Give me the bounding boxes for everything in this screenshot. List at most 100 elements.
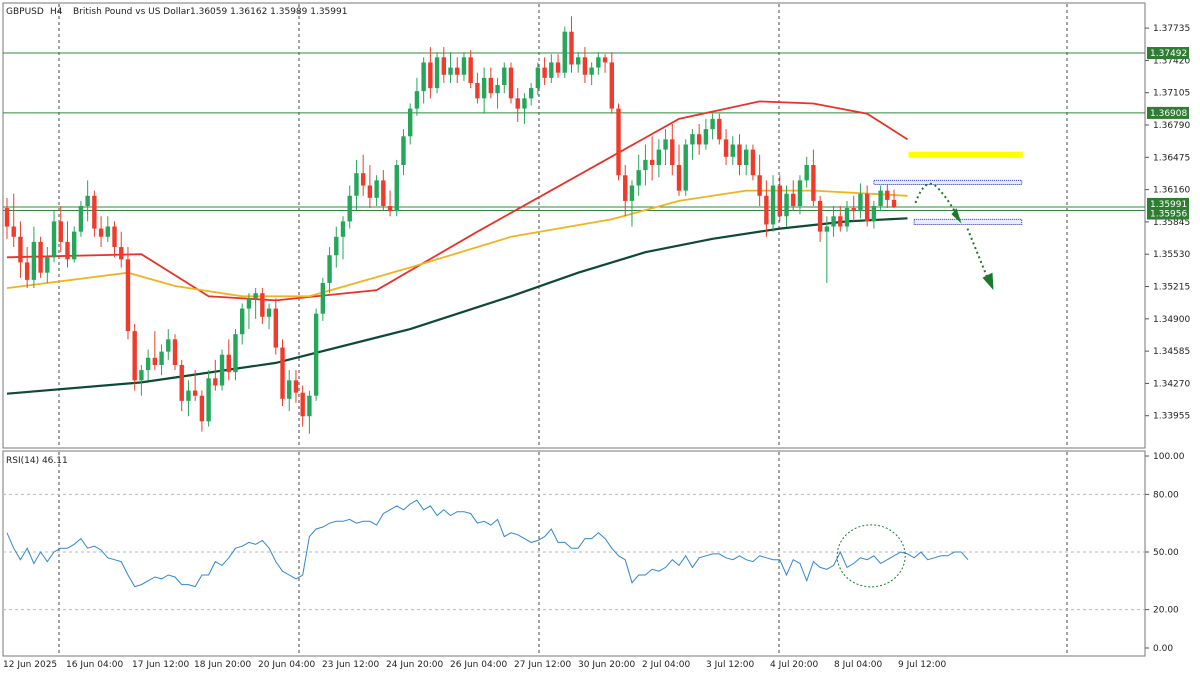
time-axis-label: 27 Jun 12:00	[514, 660, 571, 670]
candle-body	[38, 241, 43, 273]
candle-body	[804, 164, 809, 181]
resistance-zone	[908, 151, 1023, 158]
candle-body	[838, 216, 843, 227]
candle-body	[663, 139, 668, 150]
candle-body	[441, 57, 446, 75]
candle-body	[387, 206, 393, 212]
time-axis-label: 18 Jun 20:00	[194, 660, 251, 670]
candle-body	[24, 262, 30, 280]
candle-body	[710, 118, 715, 130]
candle-body	[347, 195, 352, 222]
candle-body	[844, 208, 850, 227]
candle-body	[11, 226, 16, 237]
candle-body	[764, 195, 769, 225]
candle-body	[65, 241, 70, 260]
candle-body	[791, 193, 796, 207]
time-axis-label: 17 Jun 12:00	[132, 660, 189, 670]
candle-body	[72, 231, 77, 260]
candle-body	[508, 67, 514, 99]
candle-body	[125, 259, 131, 332]
price-axis-label: 1.35215	[1153, 283, 1190, 293]
candle-body	[468, 57, 473, 83]
candle-body	[240, 308, 245, 335]
time-axis-label: 16 Jun 04:00	[66, 660, 123, 670]
candle-body	[213, 378, 218, 386]
rsi-label: RSI(14) 46.11	[6, 456, 68, 466]
candle-body	[428, 62, 433, 89]
candle-body	[757, 175, 762, 196]
candle-body	[576, 57, 581, 65]
candle-body	[562, 31, 567, 73]
candle-body	[287, 380, 292, 399]
candle-body	[139, 370, 144, 381]
time-axis-label: 26 Jun 04:00	[450, 660, 507, 670]
candle-body	[891, 199, 897, 208]
candle-body	[878, 190, 883, 207]
candle-body	[266, 308, 272, 317]
candle-body	[414, 91, 420, 109]
chart-header-symbol: GBPUSD	[6, 7, 44, 17]
candle-body	[770, 185, 776, 225]
candle-body	[495, 85, 500, 94]
candle-body	[784, 193, 789, 217]
candle-body	[159, 351, 164, 365]
rsi-axis-label: 0.00	[1153, 644, 1173, 654]
candle-body	[192, 390, 198, 396]
candle-body	[589, 67, 594, 75]
candle-body	[549, 62, 554, 78]
candle-body	[643, 159, 648, 171]
candle-body	[98, 228, 104, 237]
chart-root: 1.37735 1.37420 1.37105 1.36790 1.36475 1.361…	[0, 0, 1200, 675]
price-axis-label: 1.37735	[1153, 24, 1190, 34]
candle-body	[85, 195, 90, 207]
candle-body	[51, 221, 57, 258]
candle-body	[703, 129, 709, 145]
candle-body	[179, 364, 184, 401]
price-axis-label: 1.34585	[1153, 347, 1190, 357]
candle-body	[199, 395, 205, 422]
candle-body	[777, 185, 782, 217]
candle-body	[394, 164, 399, 212]
time-axis-label: 24 Jun 20:00	[386, 660, 443, 670]
time-axis-label: 9 Jul 12:00	[898, 660, 947, 670]
candle-body	[253, 293, 258, 299]
candle-body	[555, 62, 561, 73]
candle-body	[112, 226, 117, 248]
candle-body	[885, 190, 890, 200]
candle-body	[676, 164, 682, 191]
candle-body	[602, 57, 608, 63]
candle-body	[824, 226, 830, 232]
candle-body	[811, 164, 816, 201]
time-axis-label: 23 Jun 12:00	[322, 660, 379, 670]
candle-body	[280, 347, 285, 399]
price-zone-box	[873, 179, 1023, 185]
candle-body	[851, 208, 856, 212]
time-axis-label: 12 Jun 2025	[3, 660, 57, 670]
rsi-axis-label: 20.00	[1153, 606, 1179, 616]
price-axis-label: 1.33955	[1153, 412, 1190, 422]
candle-body	[542, 67, 547, 78]
candle-body	[858, 193, 863, 212]
candle-body	[226, 354, 231, 373]
time-axis-label: 20 Jun 04:00	[258, 660, 315, 670]
level-price-label: 1.37492	[1150, 49, 1187, 59]
candle-body	[522, 98, 527, 109]
candle-body	[132, 331, 137, 381]
candle-body	[381, 180, 386, 207]
candle-body	[145, 357, 151, 371]
price-axis-label: 1.34270	[1153, 379, 1190, 389]
candle-body	[609, 62, 614, 109]
candle-body	[535, 67, 541, 89]
candle-body	[300, 392, 305, 417]
candle-body	[340, 221, 346, 237]
candle-body	[629, 185, 635, 201]
rsi-axis-label: 80.00	[1153, 490, 1179, 500]
candle-body	[683, 144, 688, 191]
candle-body	[515, 98, 520, 109]
candle-body	[119, 247, 124, 260]
time-axis-label: 30 Jun 20:00	[578, 660, 635, 670]
candle-body	[797, 180, 803, 207]
candle-body	[401, 136, 406, 165]
candle-body	[502, 67, 507, 86]
candle-body	[374, 180, 379, 198]
